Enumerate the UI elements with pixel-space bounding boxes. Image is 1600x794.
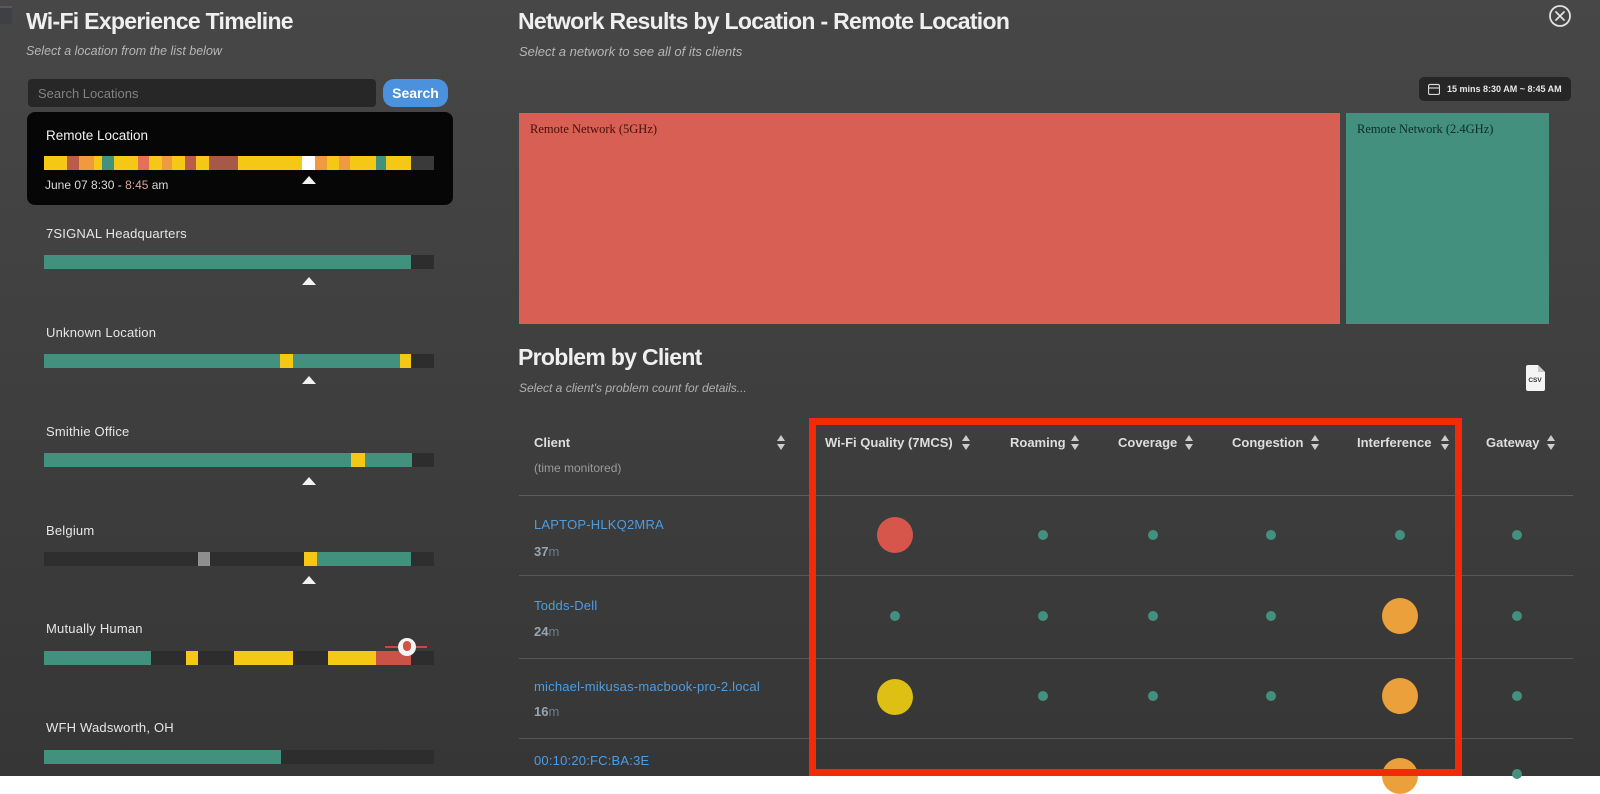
svg-text:CSV: CSV [1528, 377, 1542, 384]
